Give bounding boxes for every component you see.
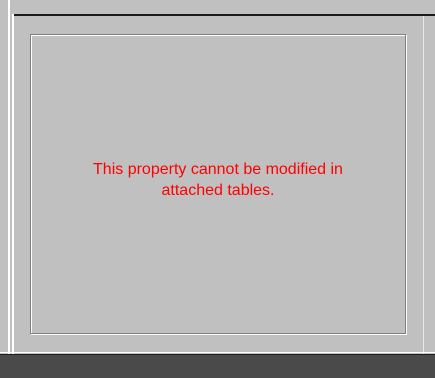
top-separator: [14, 14, 435, 16]
property-groupbox: This property cannot be modified in atta…: [30, 34, 406, 334]
tab-inner-bevel: [12, 14, 14, 355]
property-page: This property cannot be modified in atta…: [0, 0, 435, 378]
message-line-2: attached tables.: [161, 182, 275, 199]
tab-left-bevel: [8, 0, 10, 355]
message-line-1: This property cannot be modified in: [93, 161, 343, 178]
bottom-strip: [0, 355, 435, 378]
bottom-highlight: [0, 352, 435, 353]
read-only-message: This property cannot be modified in atta…: [31, 159, 405, 201]
tab-right-edge: [423, 16, 424, 355]
